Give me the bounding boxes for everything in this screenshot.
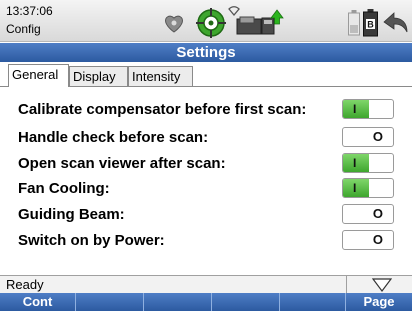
battery-icon xyxy=(348,10,360,36)
setting-label: Switch on by Power: xyxy=(18,232,165,249)
dropdown-triangle-icon[interactable] xyxy=(372,278,392,292)
setting-row-guiding-beam: Guiding Beam: O xyxy=(18,203,394,227)
laser-source-icon xyxy=(165,15,183,33)
scan-viewer-toggle[interactable]: I xyxy=(342,153,394,173)
tab-general[interactable]: General xyxy=(8,64,69,87)
battery-b-icon: B xyxy=(363,9,378,37)
softkey-2[interactable] xyxy=(76,293,144,311)
status-text: Ready xyxy=(6,277,44,292)
setting-row-scan-viewer: Open scan viewer after scan: I xyxy=(18,152,394,176)
setting-label: Guiding Beam: xyxy=(18,206,125,223)
clock-time: 13:37:06 xyxy=(6,4,53,18)
setting-label: Calibrate compensator before first scan: xyxy=(18,101,307,118)
target-crosshair-icon[interactable] xyxy=(196,8,226,38)
tab-display[interactable]: Display xyxy=(69,66,128,86)
toggle-glyph: O xyxy=(372,232,383,247)
card-reader-icon xyxy=(236,16,262,35)
back-arrow-icon[interactable] xyxy=(382,12,408,34)
toggle-glyph: I xyxy=(353,102,357,116)
setting-row-switch-on-power: Switch on by Power: O xyxy=(18,229,394,253)
mode-label: Config xyxy=(6,22,41,36)
setting-row-fan-cooling: Fan Cooling: I xyxy=(18,177,394,201)
softkey-cont[interactable]: Cont xyxy=(0,293,76,311)
softkey-5[interactable] xyxy=(280,293,346,311)
guiding-beam-toggle[interactable]: O xyxy=(342,204,394,224)
setting-row-handle-check: Handle check before scan: O xyxy=(18,126,394,150)
wifi-icon xyxy=(228,6,240,16)
toggle-glyph: I xyxy=(353,181,357,195)
setting-label: Fan Cooling: xyxy=(18,180,110,197)
switch-on-power-toggle[interactable]: O xyxy=(342,230,394,250)
calibrate-toggle[interactable]: I xyxy=(342,99,394,119)
softkey-bar: Cont Page xyxy=(0,293,412,311)
softkey-page[interactable]: Page xyxy=(346,293,412,311)
svg-text:B: B xyxy=(367,20,374,30)
usb-upload-icon xyxy=(261,9,284,35)
setting-row-calibrate: Calibrate compensator before first scan:… xyxy=(18,98,394,122)
setting-label: Handle check before scan: xyxy=(18,129,209,146)
setting-label: Open scan viewer after scan: xyxy=(18,155,226,172)
page-title: Settings xyxy=(0,43,412,62)
bottom-status-bar: Ready xyxy=(0,275,412,294)
fan-cooling-toggle[interactable]: I xyxy=(342,178,394,198)
tab-intensity[interactable]: Intensity xyxy=(128,66,193,86)
softkey-4[interactable] xyxy=(212,293,280,311)
status-divider xyxy=(346,276,347,294)
toggle-glyph: O xyxy=(372,129,383,144)
toggle-glyph: I xyxy=(353,156,357,170)
top-status-bar: 13:37:06 Config B xyxy=(0,0,412,42)
softkey-3[interactable] xyxy=(144,293,212,311)
toggle-glyph: O xyxy=(372,206,383,221)
handle-check-toggle[interactable]: O xyxy=(342,127,394,147)
